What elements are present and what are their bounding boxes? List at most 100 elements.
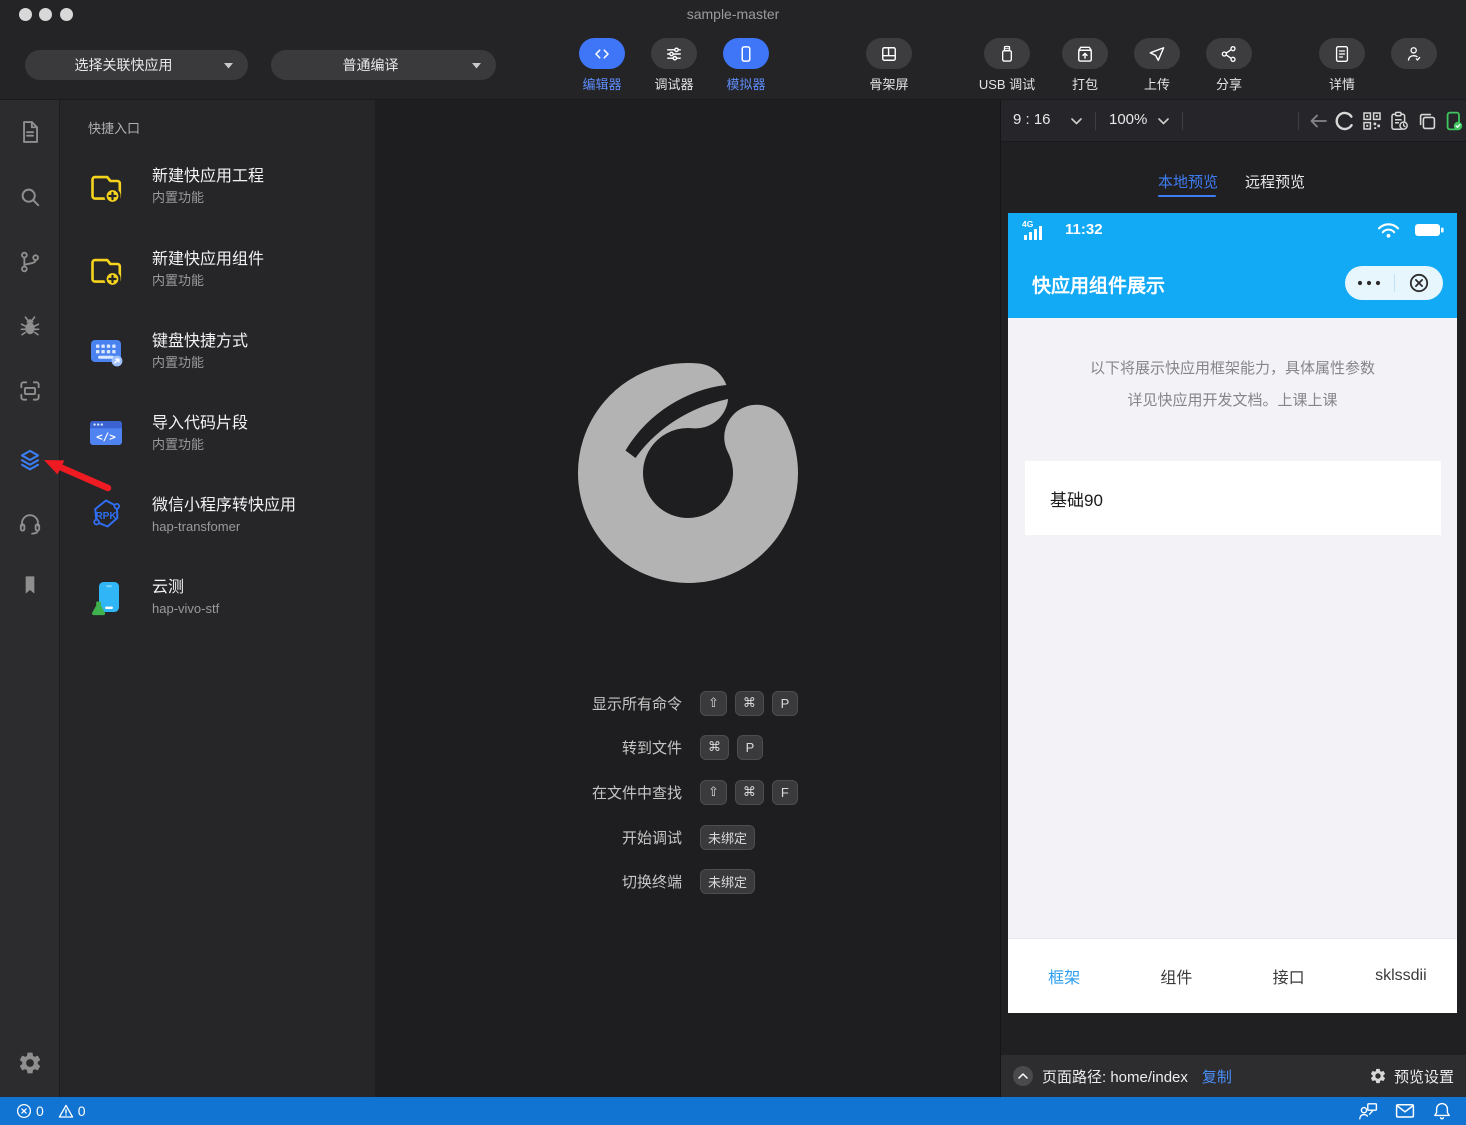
item-title: 云测 [152,576,219,599]
ellipsis-icon [1357,280,1381,286]
skeleton-screen-button[interactable]: 骨架屏 [849,38,929,93]
support-headset-icon[interactable] [17,510,43,536]
shortcut-label: 显示所有命令 [442,693,682,714]
upload-button[interactable]: 上传 [1117,38,1197,93]
item-title: 微信小程序转快应用 [152,494,296,517]
keyboard-shortcuts-item[interactable]: 键盘快捷方式 内置功能 [86,328,248,374]
phone-tab-interfaces[interactable]: 接口 [1233,939,1345,1013]
phone-icon [723,38,769,69]
search-icon[interactable] [17,184,43,210]
share-button[interactable]: 分享 [1189,38,1269,93]
source-control-icon[interactable] [17,249,43,275]
reload-icon[interactable] [1335,111,1355,131]
editor-button[interactable]: 编辑器 [562,38,642,93]
basic-card[interactable]: 基础90 [1025,461,1441,535]
back-arrow-icon[interactable] [1307,111,1327,131]
phone-tab-bar: 框架 组件 接口 sklssdii [1008,938,1457,1013]
skeleton-screen-button-label: 骨架屏 [869,74,908,93]
new-project-item[interactable]: 新建快应用工程 内置功能 [86,163,264,209]
feedback-icon[interactable] [1358,1101,1378,1121]
package-button-label: 打包 [1072,74,1098,93]
new-component-item[interactable]: 新建快应用组件 内置功能 [86,246,264,292]
aspect-ratio-select[interactable]: 9 : 16 [1013,111,1051,128]
usb-debug-button[interactable]: USB 调试 [967,38,1047,93]
shortcut-row: 切换终端 未绑定 [442,866,755,896]
item-title: 新建快应用工程 [152,165,264,188]
tab-remote-preview[interactable]: 远程预览 [1245,171,1305,192]
more-menu-button[interactable] [1345,266,1394,300]
details-button[interactable]: 详情 [1302,38,1382,93]
debugger-button-label: 调试器 [654,74,693,93]
package-icon [1062,38,1108,69]
folder-add-icon [86,249,126,289]
compile-mode-dropdown[interactable]: 普通编译 [271,50,496,80]
components-layers-icon[interactable] [17,447,43,473]
account-button[interactable] [1374,38,1454,69]
cloud-test-item[interactable]: 云测 hap-vivo-stf [86,574,219,620]
code-icon [579,38,625,69]
bell-icon[interactable] [1432,1101,1452,1121]
error-count: 0 [36,1103,44,1119]
shortcut-row: 在文件中查找 ⇧ ⌘ F [442,777,798,807]
import-snippet-item[interactable]: </> 导入代码片段 内置功能 [86,410,248,456]
phone-tab-components[interactable]: 组件 [1120,939,1232,1013]
zoom-level-select[interactable]: 100% [1109,111,1147,128]
close-app-button[interactable] [1395,266,1444,300]
active-tab-underline [1158,195,1216,197]
wechat-to-quickapp-item[interactable]: RPK 微信小程序转快应用 hap-transfomer [86,492,296,538]
close-circle-icon [1409,273,1429,293]
window-title: sample-master [0,6,1466,22]
log-clipboard-icon[interactable] [1389,111,1409,131]
device-connected-icon[interactable] [1443,111,1463,131]
page-path-label: 页面路径: home/index [1042,1066,1188,1087]
simulator-button-label: 模拟器 [726,74,765,93]
ide-window: sample-master 选择关联快应用 普通编译 编辑器 调试器 模拟器 骨… [0,0,1466,1125]
sliders-icon [651,38,697,69]
statusbar-right-icons [1358,1101,1452,1121]
warning-triangle-icon [58,1103,74,1119]
chevron-down-icon [224,63,233,69]
svg-text:4G: 4G [1022,219,1034,229]
package-button[interactable]: 打包 [1045,38,1125,93]
activity-bar [0,100,60,1097]
phone-tab-custom[interactable]: sklssdii [1345,939,1457,1013]
chevron-down-icon[interactable] [1158,118,1169,125]
chevron-down-icon [472,63,481,69]
shortcut-label: 转到文件 [442,737,682,758]
problems-indicator[interactable]: 0 0 [16,1103,96,1119]
phone-app-title: 快应用组件展示 [1032,271,1165,298]
settings-gear-icon[interactable] [17,1050,43,1076]
account-icon [1391,38,1437,69]
chevron-down-icon[interactable] [1071,118,1082,125]
copy-path-link[interactable]: 复制 [1202,1066,1232,1087]
screenshot-frame-icon[interactable] [17,378,43,404]
key-unbound: 未绑定 [700,869,755,894]
phone-tab-framework[interactable]: 框架 [1008,939,1120,1013]
copy-windows-icon[interactable] [1417,111,1437,131]
preview-settings-button[interactable]: 预览设置 [1369,1066,1454,1087]
cloud-test-icon [86,577,126,617]
usb-icon [984,38,1030,69]
key-letter: P [772,691,798,716]
share-icon [1206,38,1252,69]
item-subtitle: 内置功能 [152,435,248,454]
item-subtitle: 内置功能 [152,188,264,207]
toolbar-divider [1298,112,1299,130]
phone-description-line2: 详见快应用开发文档。上课上课 [1008,389,1457,410]
explorer-icon[interactable] [17,119,43,145]
key-cmd: ⌘ [700,735,729,760]
collapse-chevron-up-icon[interactable] [1013,1066,1033,1086]
rpk-icon: RPK [86,495,126,535]
debugger-button[interactable]: 调试器 [634,38,714,93]
tab-local-preview[interactable]: 本地预览 [1158,171,1218,192]
preview-footer-bar: 页面路径: home/index 复制 预览设置 [1001,1055,1466,1097]
status-bar: 0 0 [0,1097,1466,1125]
debug-bug-icon[interactable] [17,313,43,339]
battery-icon [1415,224,1444,237]
mail-icon[interactable] [1395,1101,1415,1121]
simulator-button[interactable]: 模拟器 [706,38,786,93]
qr-code-icon[interactable] [1362,111,1382,131]
bookmark-icon[interactable] [17,572,43,598]
wifi-icon [1377,222,1400,239]
linked-app-dropdown[interactable]: 选择关联快应用 [25,50,248,80]
